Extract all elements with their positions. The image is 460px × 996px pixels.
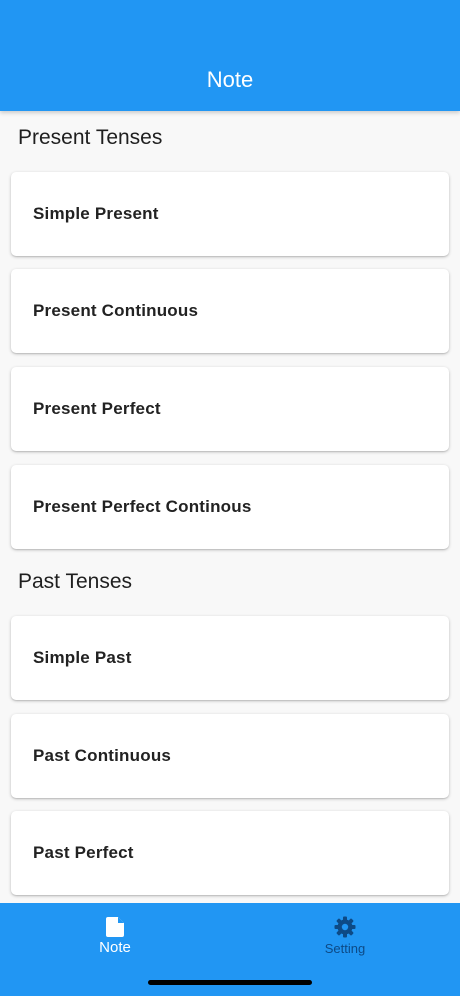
list-item-present-continuous[interactable]: Present Continuous [11,269,449,353]
list-item-label: Present Continuous [33,301,199,320]
app-bar: Note [0,0,460,111]
list-item-label: Simple Present [33,204,159,223]
list-item-label: Past Continuous [33,746,172,765]
list-item-label: Present Perfect Continous [33,497,252,516]
list-item-present-perfect-continous[interactable]: Present Perfect Continous [11,465,449,549]
page-title: Note [206,67,254,92]
nav-label-setting: Setting [324,941,366,956]
nav-item-setting[interactable]: Setting [230,903,460,973]
list-item-label: Past Perfect [33,843,134,862]
home-indicator[interactable] [148,980,312,985]
section-title-present: Present Tenses [18,126,163,149]
list-item-simple-present[interactable]: Simple Present [11,172,449,256]
list-item-label: Present Perfect [33,399,161,418]
note-list[interactable]: Present Tenses Simple Present Present Co… [0,111,460,903]
list-item-past-continuous[interactable]: Past Continuous [11,714,449,798]
app-screen: Note Present Tenses Simple Present Prese… [0,0,460,996]
section-title-past: Past Tenses [18,570,133,593]
list-item-past-perfect[interactable]: Past Perfect [11,811,449,895]
nav-item-note[interactable]: Note [0,903,230,973]
list-item-label: Simple Past [33,648,132,667]
gear-icon [334,916,356,938]
list-item-simple-past[interactable]: Simple Past [11,616,449,700]
note-icon [106,917,124,937]
list-item-present-perfect[interactable]: Present Perfect [11,367,449,451]
nav-label-note: Note [99,939,131,956]
